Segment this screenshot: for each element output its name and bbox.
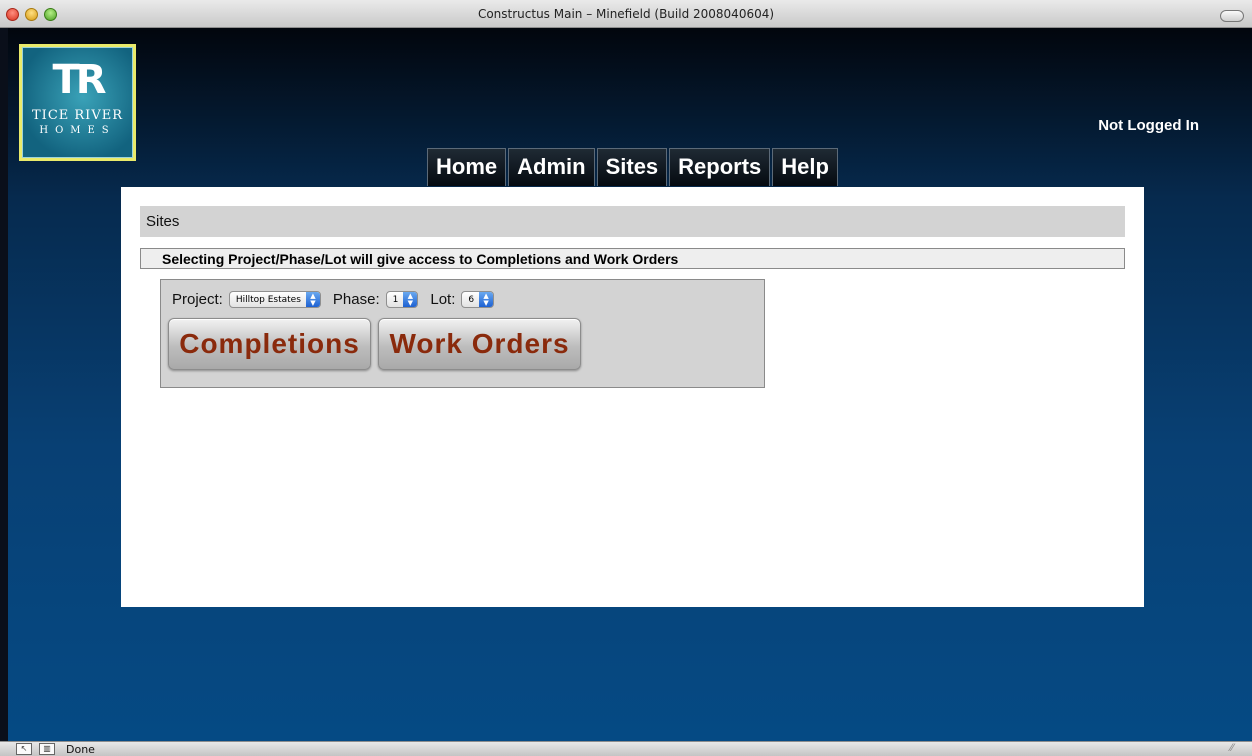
logo-badge: TR TICE RIVER HOMES [22,47,133,158]
browser-status-bar: ↖ ▥ Done ⁄⁄ [0,741,1252,756]
logo-company-subtitle: HOMES [39,125,116,136]
section-title: Sites [140,206,1125,237]
work-orders-button[interactable]: Work Orders [378,318,581,370]
activity-icon[interactable]: ▥ [39,743,55,755]
site-selector-box: Project: Hilltop Estates ▲ ▼ Phase: 1 ▲ ▼ … [160,279,765,388]
project-select-value: Hilltop Estates [235,295,301,305]
selector-row: Project: Hilltop Estates ▲ ▼ Phase: 1 ▲ ▼ … [172,291,506,308]
nav-tab-admin[interactable]: Admin [508,148,595,186]
completions-button[interactable]: Completions [168,318,371,370]
window-title-bar: Constructus Main – Minefield (Build 2008… [0,0,1252,28]
logo-mark: TR [52,57,106,103]
cursor-icon[interactable]: ↖ [16,743,32,755]
main-nav: Home Admin Sites Reports Help [427,148,838,186]
phase-label: Phase: [332,291,380,308]
lot-select-value: 6 [468,295,475,305]
content-panel: Sites Selecting Project/Phase/Lot will g… [121,187,1144,607]
logo-company-name: TICE RIVER [32,108,123,123]
instruction-notice: Selecting Project/Phase/Lot will give ac… [140,248,1125,269]
nav-tab-sites[interactable]: Sites [596,148,668,186]
login-status: Not Logged In [1098,117,1199,134]
phase-select-value: 1 [392,295,399,305]
lot-label: Lot: [430,291,456,308]
project-label: Project: [172,291,223,308]
page-content: TR TICE RIVER HOMES Not Logged In Home A… [8,28,1252,741]
select-stepper-icon: ▲ ▼ [479,292,494,307]
resize-grip-icon[interactable]: ⁄⁄ [1230,742,1234,754]
select-stepper-icon: ▲ ▼ [403,292,418,307]
status-text: Done [66,743,95,756]
phase-select[interactable]: 1 ▲ ▼ [385,291,419,308]
select-stepper-icon: ▲ ▼ [305,292,320,307]
project-select[interactable]: Hilltop Estates ▲ ▼ [228,291,321,308]
toolbar-toggle-button[interactable] [1220,10,1244,22]
window-title: Constructus Main – Minefield (Build 2008… [477,7,775,21]
company-logo[interactable]: TR TICE RIVER HOMES [19,44,136,161]
nav-tab-reports[interactable]: Reports [669,148,771,186]
lot-select[interactable]: 6 ▲ ▼ [461,291,495,308]
nav-tab-help[interactable]: Help [772,148,838,186]
nav-tab-home[interactable]: Home [427,148,507,186]
